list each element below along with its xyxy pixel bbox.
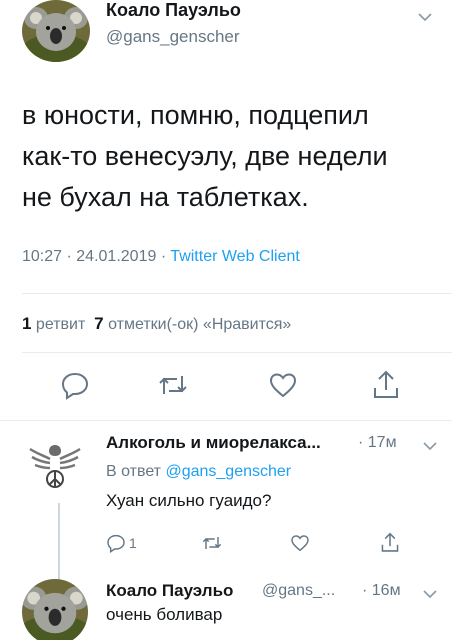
likes-label[interactable]: отметки(-ок) «Нравится» [108, 316, 291, 333]
eagle-emblem-avatar[interactable] [22, 431, 88, 497]
retweet-icon [202, 537, 222, 549]
like-icon [291, 535, 309, 552]
tweet-stats: 1 ретвит 7 отметки(-ок) «Нравится» [22, 314, 291, 334]
chevron-down-icon[interactable] [422, 439, 438, 451]
thread-line [58, 503, 60, 581]
tweet-date[interactable]: 24.01.2019 [76, 248, 156, 265]
like-icon[interactable] [268, 370, 298, 400]
reply-time[interactable]: · 16м [362, 582, 401, 600]
retweet-button[interactable] [200, 533, 224, 553]
share-icon [381, 532, 399, 552]
meta-separator: · [160, 248, 167, 265]
reply-to-label: В ответ [106, 463, 162, 480]
reply-author-handle[interactable]: @gans_... [262, 582, 335, 600]
tweet-text-line: в юности, помню, подцепил [22, 100, 369, 130]
tweet-text-line: не бухал на таблетках. [22, 182, 309, 212]
likes-count[interactable]: 7 [94, 314, 103, 333]
tweet-client[interactable]: Twitter Web Client [170, 248, 300, 265]
reply-button[interactable]: 1 [106, 533, 137, 553]
reply-author-name[interactable]: Коало Пауэльо [106, 581, 233, 601]
reply-tweet[interactable]: Коало Пауэльо @gans_... · 16м очень боли… [0, 571, 452, 640]
reply-author-name[interactable]: Алкоголь и миорелакса... [106, 433, 321, 453]
divider [22, 352, 452, 353]
like-button[interactable] [290, 533, 310, 553]
reply-text: Хуан сильно гуаидо? [106, 491, 272, 510]
reply-time[interactable]: · 17м [358, 434, 397, 452]
tweet-time[interactable]: 10:27 [22, 248, 62, 265]
share-button[interactable] [380, 531, 400, 553]
chevron-down-icon[interactable] [422, 587, 438, 599]
reply-icon[interactable] [60, 370, 90, 400]
retweets-label[interactable]: ретвит [36, 316, 85, 333]
reply-to-mention[interactable]: @gans_genscher [165, 463, 291, 480]
author-handle[interactable]: @gans_genscher [106, 27, 240, 47]
main-tweet: Коало Пауэльо @gans_genscher в юности, п… [0, 0, 452, 421]
retweet-icon[interactable] [156, 370, 190, 400]
chevron-down-icon[interactable] [417, 10, 433, 22]
reply-icon [107, 534, 125, 553]
tweet-text-line: как-то венесуэлу, две недели [22, 141, 388, 171]
reply-text: очень боливар [106, 605, 223, 624]
koala-avatar[interactable] [22, 0, 90, 62]
divider [22, 293, 452, 294]
reply-count: 1 [129, 535, 137, 551]
tweet-meta: 10:27 · 24.01.2019 · Twitter Web Client [22, 248, 300, 266]
share-icon[interactable] [372, 368, 400, 400]
meta-separator: · [66, 248, 72, 265]
retweets-count[interactable]: 1 [22, 314, 31, 333]
author-name[interactable]: Коало Пауэльо [106, 0, 241, 21]
koala-avatar[interactable] [22, 579, 88, 640]
reply-to: В ответ @gans_genscher [106, 463, 291, 481]
reply-tweet[interactable]: Алкоголь и миорелакса... · 17м В ответ @… [0, 421, 452, 581]
tweet-text: в юности, помню, подцепил как-то венесуэ… [22, 95, 432, 218]
